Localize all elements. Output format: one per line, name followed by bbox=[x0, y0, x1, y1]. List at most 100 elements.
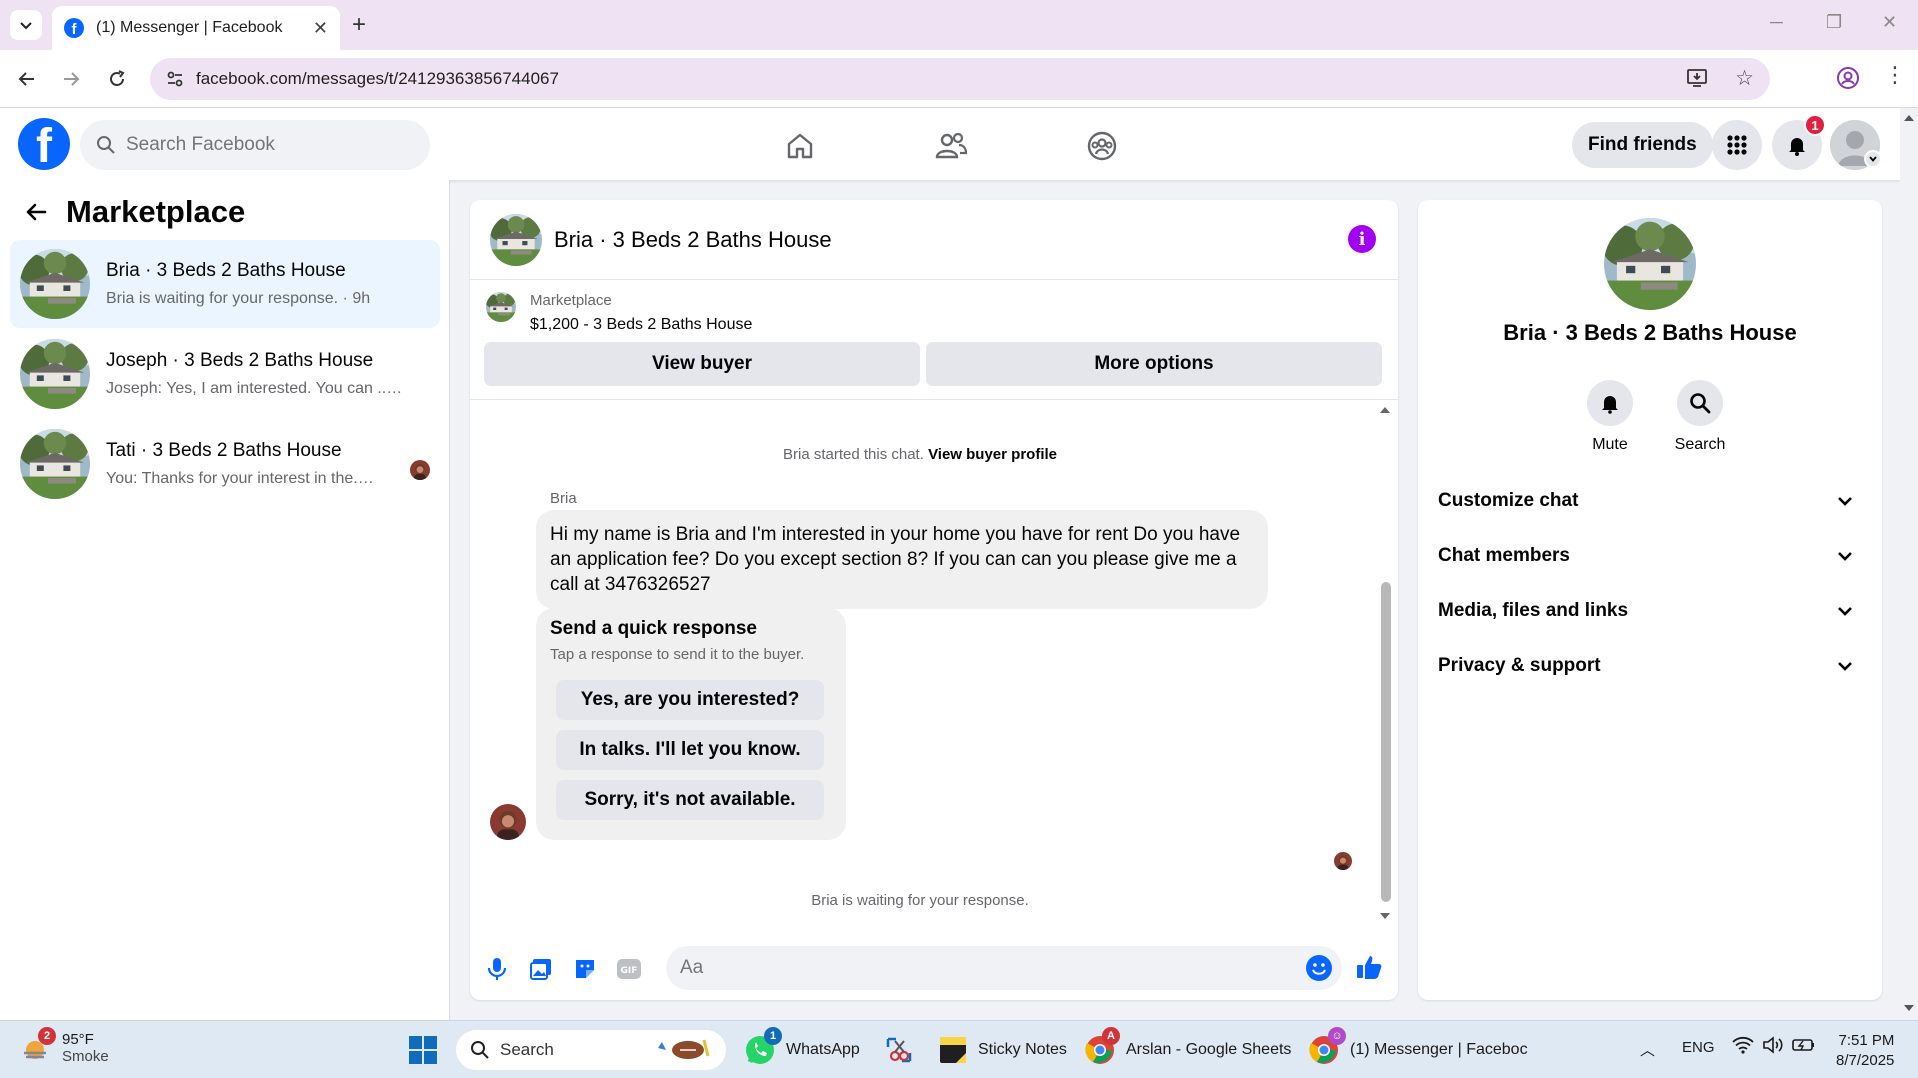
quick-response-subtext: Tap a response to send it to the buyer. bbox=[550, 646, 805, 663]
browser-tab[interactable]: f (1) Messenger | Facebook ✕ bbox=[52, 6, 340, 50]
section-label: Customize chat bbox=[1438, 490, 1579, 511]
chat-title[interactable]: Bria · 3 Beds 2 Baths House bbox=[554, 227, 832, 253]
minimize-icon[interactable]: ─ bbox=[1770, 12, 1783, 33]
taskbar-app-whatsapp[interactable]: WhatsApp bbox=[744, 1031, 860, 1069]
friends-icon[interactable] bbox=[929, 124, 973, 168]
browser-menu-icon[interactable]: ⋮ bbox=[1884, 62, 1906, 88]
listing-photo bbox=[20, 339, 90, 409]
listing-photo bbox=[20, 249, 90, 319]
taskbar-search[interactable]: Search bbox=[456, 1030, 726, 1070]
chevron-down-icon bbox=[1838, 607, 1852, 616]
volume-icon[interactable] bbox=[1762, 1035, 1784, 1055]
taskbar-app-sticky-notes[interactable]: Sticky Notes bbox=[938, 1031, 1067, 1069]
quick-response-option[interactable]: Sorry, it's not available. bbox=[556, 780, 824, 820]
browser-tab-strip: f (1) Messenger | Facebook ✕ + ─ ❐ ✕ bbox=[0, 0, 1918, 50]
windows-logo-icon bbox=[409, 1036, 437, 1064]
start-button[interactable] bbox=[408, 1031, 438, 1069]
microphone-icon[interactable] bbox=[482, 954, 512, 984]
search-icon bbox=[1690, 393, 1711, 414]
reload-icon[interactable] bbox=[102, 64, 132, 94]
home-icon[interactable] bbox=[778, 124, 822, 168]
site-info-icon[interactable] bbox=[160, 64, 190, 94]
chat-header: Bria · 3 Beds 2 Baths House i bbox=[470, 200, 1398, 280]
account-caret-icon[interactable] bbox=[1864, 150, 1882, 168]
bookmark-star-icon[interactable]: ☆ bbox=[1735, 66, 1754, 91]
chat-start-text: Bria started this chat. bbox=[782, 446, 924, 463]
app-label: Sticky Notes bbox=[978, 1041, 1067, 1058]
more-options-button[interactable]: More options bbox=[926, 342, 1382, 386]
chrome-profile-icon[interactable] bbox=[1836, 66, 1860, 90]
close-window-icon[interactable]: ✕ bbox=[1882, 12, 1897, 33]
quick-response-option[interactable]: Yes, are you interested? bbox=[556, 680, 824, 720]
search-icon bbox=[97, 136, 115, 154]
conversation-item[interactable]: Bria · 3 Beds 2 Baths House Bria is wait… bbox=[10, 240, 440, 328]
privacy-support-section[interactable]: Privacy & support bbox=[1438, 641, 1862, 691]
install-app-icon[interactable] bbox=[1686, 67, 1708, 89]
search-in-chat-button[interactable]: Search bbox=[1660, 380, 1740, 454]
read-receipt-avatar bbox=[1334, 852, 1352, 870]
system-clock[interactable]: 7:51 PM 8/7/2025 bbox=[1836, 1031, 1894, 1071]
message-input[interactable] bbox=[666, 946, 1342, 990]
battery-icon[interactable] bbox=[1792, 1035, 1816, 1055]
windows-taskbar: 95°F Smoke 2 Search WhatsApp 1 Sticky No… bbox=[0, 1020, 1918, 1078]
chat-scrollbar[interactable] bbox=[1378, 404, 1392, 924]
notification-badge: 1 bbox=[1804, 114, 1826, 136]
facebook-search[interactable] bbox=[80, 120, 430, 170]
thumbs-up-icon[interactable] bbox=[1354, 952, 1384, 982]
conversation-item[interactable]: Joseph · 3 Beds 2 Baths House Joseph: Ye… bbox=[10, 330, 440, 418]
app-label: Arslan - Google Sheets bbox=[1126, 1041, 1292, 1058]
quick-response-option[interactable]: In talks. I'll let you know. bbox=[556, 730, 824, 770]
close-tab-icon[interactable]: ✕ bbox=[313, 18, 328, 39]
customize-chat-section[interactable]: Customize chat bbox=[1438, 476, 1862, 526]
message-bubble: Hi my name is Bria and I'm interested in… bbox=[536, 510, 1268, 609]
page-scrollbar[interactable] bbox=[1900, 108, 1918, 1020]
taskbar-app-snipping-tool[interactable] bbox=[884, 1031, 914, 1069]
media-files-links-section[interactable]: Media, files and links bbox=[1438, 586, 1862, 636]
chevron-down-icon bbox=[1838, 662, 1852, 671]
view-buyer-button[interactable]: View buyer bbox=[484, 342, 920, 386]
weather-widget[interactable]: 95°F Smoke bbox=[20, 1031, 109, 1065]
chevron-down-icon bbox=[1838, 552, 1852, 561]
facebook-logo-icon[interactable]: f bbox=[18, 118, 70, 170]
forward-icon[interactable] bbox=[56, 64, 86, 94]
tab-search-button[interactable] bbox=[10, 10, 42, 40]
show-hidden-icons-icon[interactable]: ︿ bbox=[1640, 1039, 1655, 1060]
back-arrow-icon[interactable] bbox=[24, 200, 48, 224]
input-language[interactable]: ENG bbox=[1682, 1039, 1715, 1056]
sticker-icon[interactable] bbox=[570, 954, 600, 984]
facebook-header: f Find friends bbox=[0, 108, 1900, 180]
back-icon[interactable] bbox=[12, 64, 42, 94]
svg-text:GIF: GIF bbox=[621, 966, 638, 976]
chat-details-panel: Bria · 3 Beds 2 Baths House Mute Search … bbox=[1418, 200, 1882, 1000]
restore-icon[interactable]: ❐ bbox=[1826, 12, 1842, 33]
chevron-down-icon bbox=[20, 22, 32, 30]
browser-toolbar: facebook.com/messages/t/2412936385674406… bbox=[0, 50, 1918, 108]
gif-icon[interactable]: GIF bbox=[614, 954, 644, 984]
chat-avatar[interactable] bbox=[490, 214, 542, 266]
view-buyer-profile-link[interactable]: View buyer profile bbox=[928, 446, 1057, 463]
menu-grid-icon[interactable] bbox=[1712, 120, 1762, 170]
clock-date: 8/7/2025 bbox=[1836, 1052, 1895, 1069]
address-bar[interactable]: facebook.com/messages/t/2412936385674406… bbox=[150, 58, 1770, 100]
quick-response-card: Send a quick response Tap a response to … bbox=[536, 608, 846, 840]
chat-members-section[interactable]: Chat members bbox=[1438, 531, 1862, 581]
facebook-search-input[interactable] bbox=[126, 134, 406, 156]
groups-icon[interactable] bbox=[1080, 124, 1124, 168]
listing-price: $1,200 - 3 Beds 2 Baths House bbox=[530, 316, 753, 333]
photo-icon[interactable] bbox=[526, 954, 556, 984]
conversation-name: Joseph · 3 Beds 2 Baths House bbox=[106, 350, 374, 371]
bell-icon bbox=[1602, 396, 1618, 414]
mute-button[interactable]: Mute bbox=[1570, 380, 1650, 454]
snipping-tool-icon bbox=[886, 1037, 912, 1063]
conversation-item[interactable]: Tati · 3 Beds 2 Baths House You: Thanks … bbox=[10, 420, 440, 508]
weather-badge: 2 bbox=[38, 1027, 56, 1045]
find-friends-button[interactable]: Find friends bbox=[1572, 122, 1713, 168]
conversation-info-icon[interactable]: i bbox=[1348, 225, 1376, 253]
sender-avatar[interactable] bbox=[490, 804, 526, 840]
message-text-field[interactable] bbox=[680, 957, 1280, 979]
wifi-icon[interactable] bbox=[1732, 1035, 1754, 1055]
chat-scroll-thumb[interactable] bbox=[1381, 582, 1391, 902]
new-tab-button[interactable]: + bbox=[352, 12, 366, 38]
emoji-icon[interactable] bbox=[1306, 955, 1332, 981]
section-label: Media, files and links bbox=[1438, 600, 1629, 621]
